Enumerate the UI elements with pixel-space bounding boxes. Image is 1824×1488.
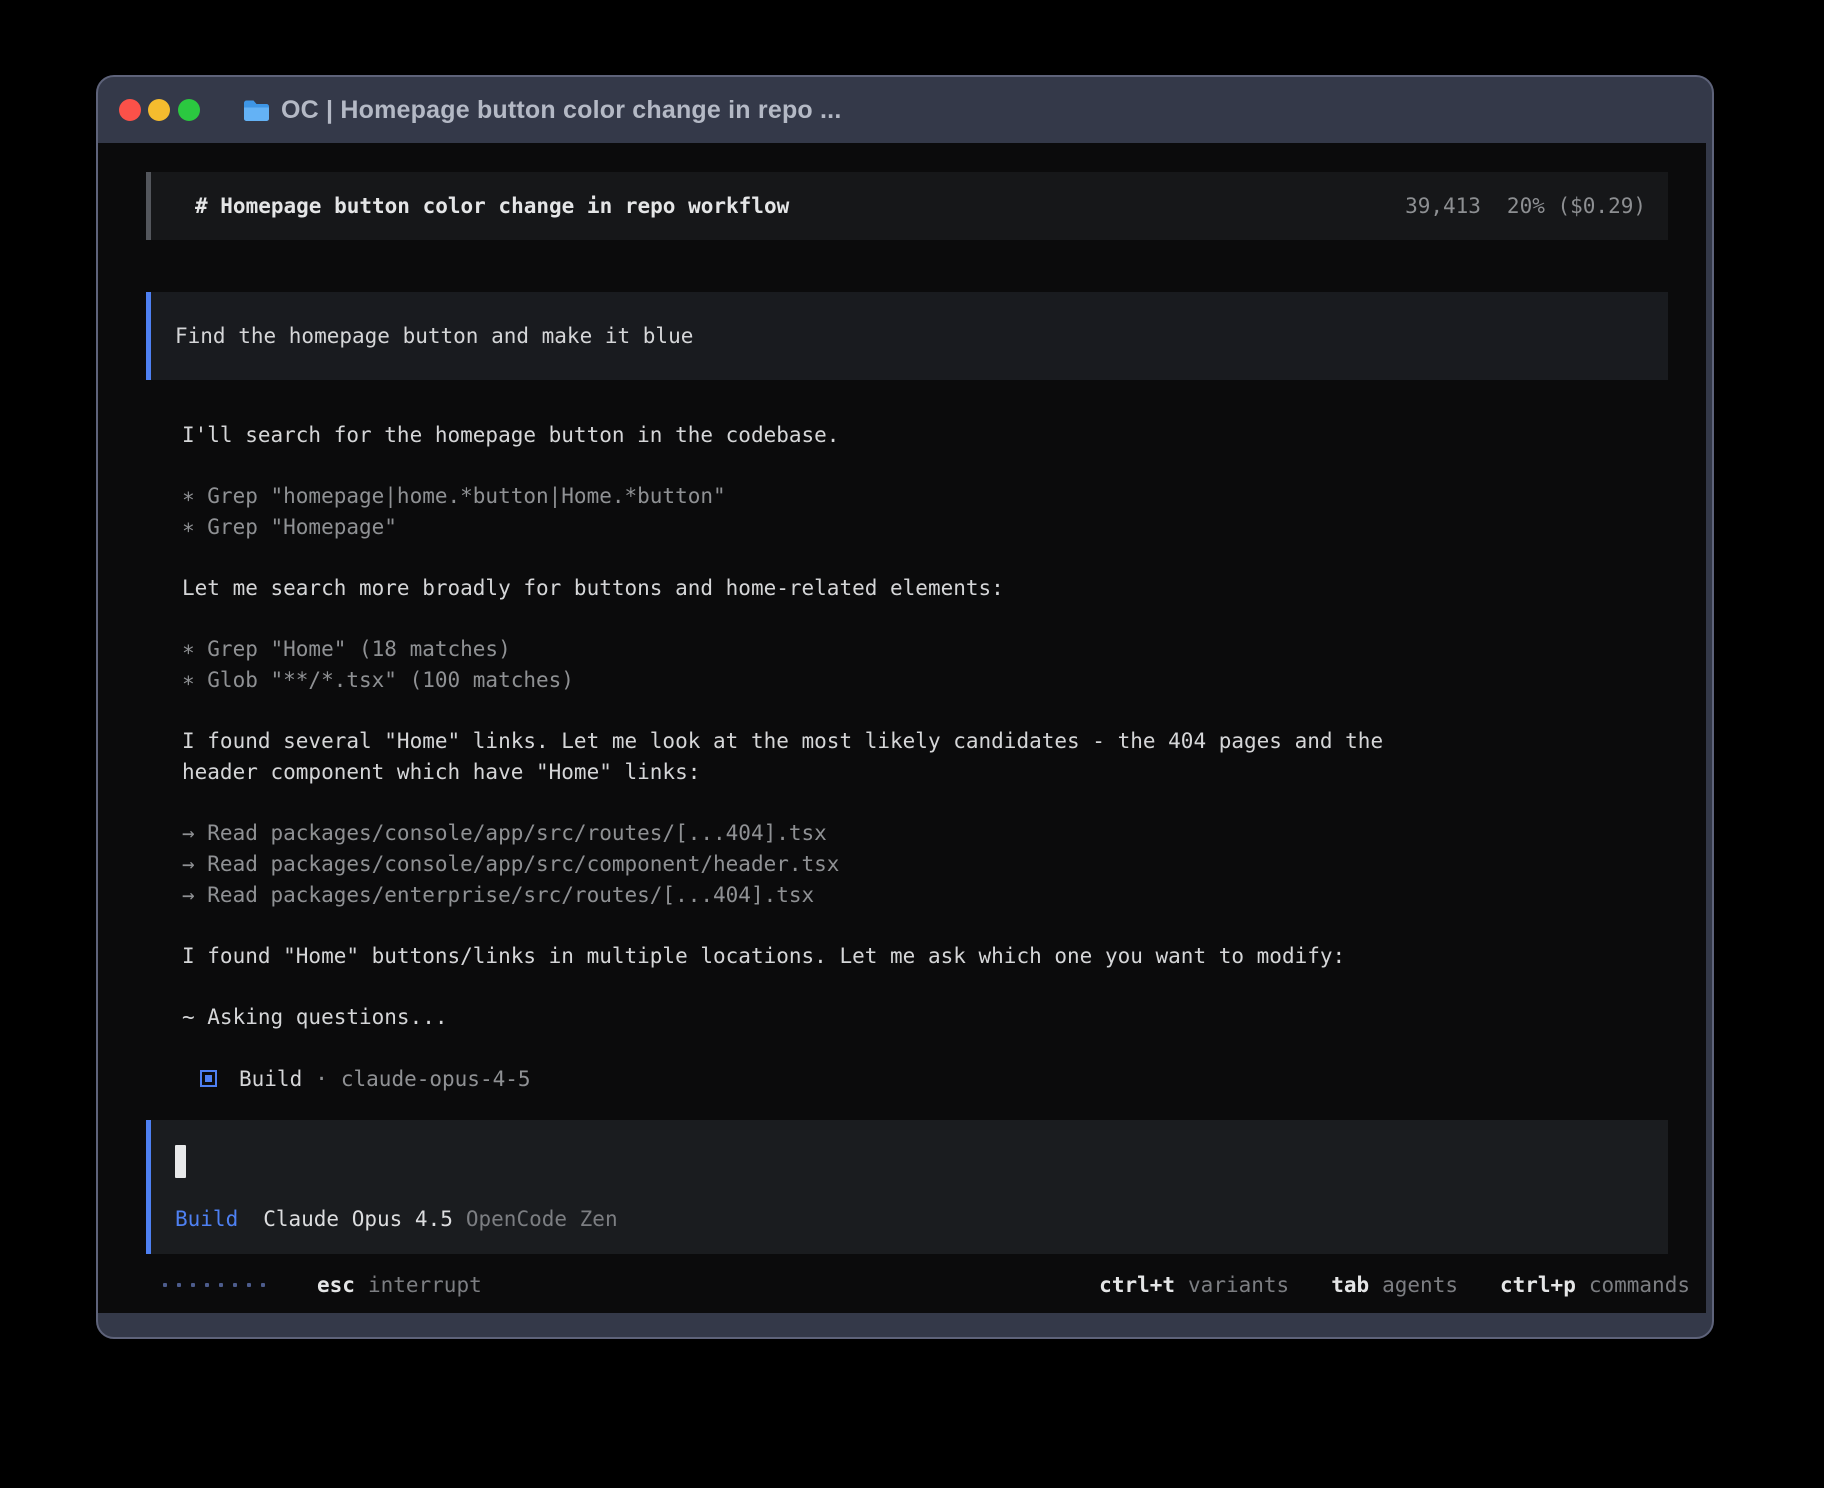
hint-label: variants — [1188, 1273, 1289, 1297]
keyboard-hint: tab agents — [1331, 1273, 1458, 1297]
right-hints: ctrl+t variants tab agents ctrl+p commands — [1099, 1273, 1690, 1297]
hint-label: agents — [1382, 1273, 1458, 1297]
spinner-dot — [219, 1283, 223, 1287]
assistant-text-line: Let me search more broadly for buttons a… — [182, 573, 1422, 604]
hint-key: esc — [317, 1273, 355, 1297]
assistant-text-block: I'll search for the homepage button in t… — [182, 420, 1422, 451]
statusbar: escinterrupt ctrl+tvariantstabagentsctrl… — [98, 1273, 1706, 1297]
assistant-text-block: I found "Home" buttons/links in multiple… — [182, 941, 1422, 972]
spinner-dot — [177, 1283, 181, 1287]
input-meta-row: Build Claude Opus 4.5 OpenCode Zen — [175, 1207, 1646, 1231]
context-usage: 20% ($0.29) — [1507, 194, 1646, 218]
tool-call-line: ∗ Grep "Homepage" — [182, 512, 1422, 543]
zoom-button[interactable] — [178, 99, 200, 121]
statusbar-left: esc interrupt — [163, 1273, 482, 1297]
spinner-dot — [191, 1283, 195, 1287]
tool-call-block: → Read packages/console/app/src/routes/[… — [182, 818, 1422, 911]
input-provider-label: OpenCode Zen — [466, 1207, 618, 1231]
assistant-text-line: I'll search for the homepage button in t… — [182, 420, 1422, 451]
spinner-dot — [163, 1283, 167, 1287]
tool-call-line: → Read packages/console/app/src/routes/[… — [182, 818, 1422, 849]
tool-call-block: ∗ Grep "Home" (18 matches)∗ Glob "**/*.t… — [182, 634, 1422, 696]
hint-key: ctrl+t — [1099, 1273, 1175, 1297]
keyboard-hint: ctrl+t variants — [1099, 1273, 1289, 1297]
model-name: claude-opus-4-5 — [341, 1067, 531, 1091]
session-header: # Homepage button color change in repo w… — [146, 172, 1668, 240]
separator-dot: · — [315, 1067, 328, 1091]
window-bottom-edge — [98, 1313, 1712, 1337]
user-message-text: Find the homepage button and make it blu… — [175, 324, 693, 348]
session-stats: 39,413 20% ($0.29) — [1405, 194, 1646, 218]
terminal-content: # Homepage button color change in repo w… — [98, 143, 1706, 1313]
agent-name: Build — [239, 1067, 302, 1091]
assistant-text-block: ~ Asking questions... — [182, 1002, 1422, 1033]
desktop: OC | Homepage button color change in rep… — [0, 0, 1824, 1488]
agent-status-line: Build · claude-opus-4-5 — [200, 1063, 1706, 1094]
assistant-text-block: I found several "Home" links. Let me loo… — [182, 726, 1422, 788]
titlebar[interactable]: OC | Homepage button color change in rep… — [98, 77, 1712, 143]
close-button[interactable] — [119, 99, 141, 121]
tool-call-line: ∗ Grep "Home" (18 matches) — [182, 634, 1422, 665]
assistant-text-block: Let me search more broadly for buttons a… — [182, 573, 1422, 604]
keyboard-hint: ctrl+p commands — [1500, 1273, 1690, 1297]
hint-label: commands — [1589, 1273, 1690, 1297]
token-count: 39,413 — [1405, 194, 1481, 218]
text-cursor — [175, 1145, 186, 1178]
spinner-dots — [163, 1283, 265, 1287]
hint-label: interrupt — [368, 1273, 482, 1297]
input-agent-label: Build — [175, 1207, 238, 1231]
assistant-text-line: I found "Home" buttons/links in multiple… — [182, 941, 1422, 972]
spinner-dot — [261, 1283, 265, 1287]
hint-key: tab — [1331, 1273, 1369, 1297]
folder-icon — [243, 99, 270, 122]
session-title: # Homepage button color change in repo w… — [195, 194, 789, 218]
spinner-dot — [247, 1283, 251, 1287]
window-title: OC | Homepage button color change in rep… — [281, 96, 841, 125]
input-model-label: Claude Opus 4.5 — [263, 1207, 453, 1231]
spinner-dot — [233, 1283, 237, 1287]
spinner-dot — [205, 1283, 209, 1287]
left-hints: esc interrupt — [317, 1273, 482, 1297]
terminal-window: OC | Homepage button color change in rep… — [96, 75, 1714, 1339]
assistant-text-line: I found several "Home" links. Let me loo… — [182, 726, 1422, 788]
tool-call-block: ∗ Grep "homepage|home.*button|Home.*butt… — [182, 481, 1422, 543]
assistant-text-line: ~ Asking questions... — [182, 1002, 1422, 1033]
keyboard-hint: esc interrupt — [317, 1273, 482, 1297]
agent-square-icon — [200, 1070, 217, 1087]
tool-call-line: → Read packages/enterprise/src/routes/[.… — [182, 880, 1422, 911]
user-message: Find the homepage button and make it blu… — [146, 292, 1668, 380]
assistant-transcript: I'll search for the homepage button in t… — [182, 420, 1422, 1033]
tool-call-line: → Read packages/console/app/src/componen… — [182, 849, 1422, 880]
prompt-input[interactable]: Build Claude Opus 4.5 OpenCode Zen — [146, 1120, 1668, 1254]
tool-call-line: ∗ Grep "homepage|home.*button|Home.*butt… — [182, 481, 1422, 512]
tool-call-line: ∗ Glob "**/*.tsx" (100 matches) — [182, 665, 1422, 696]
minimize-button[interactable] — [148, 99, 170, 121]
hint-key: ctrl+p — [1500, 1273, 1576, 1297]
